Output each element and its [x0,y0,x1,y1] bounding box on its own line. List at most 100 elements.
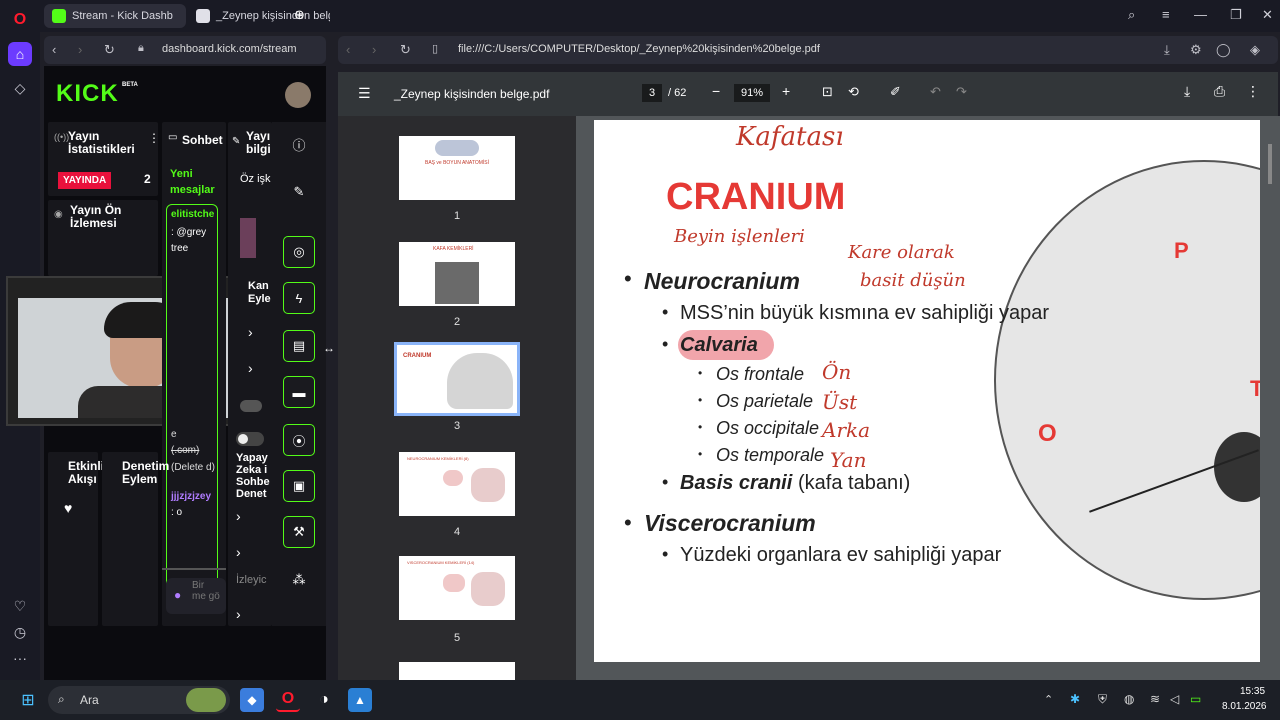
kick-logo[interactable]: KICK [56,80,119,108]
pdf-address-bar[interactable]: ‹ › ↻ ▯ file:///C:/Users/COMPUTER/Deskto… [338,36,1278,64]
clip-icon[interactable]: ▣ [283,470,315,502]
pin-icon[interactable]: ◇ [8,76,32,100]
thumbnail-page[interactable]: KAFA KEMİKLERİ [399,242,515,306]
zoom-in-icon[interactable]: + [782,83,790,99]
tray-chevron-icon[interactable]: ⌃ [1044,693,1053,706]
menu-icon[interactable]: ☰ [358,85,371,102]
microphone-icon[interactable]: ● [174,588,181,602]
reload-icon[interactable]: ↻ [104,42,115,58]
download-icon[interactable]: ⤓ [1164,42,1170,58]
restore-icon[interactable]: ❐ [1230,7,1242,23]
chevron-right-icon[interactable]: › [248,360,253,376]
chat-bubble-icon[interactable]: ▬ [283,376,315,408]
extensions-icon[interactable]: ◈ [1250,42,1260,58]
search-icon: ⌕ [58,692,65,706]
windows-start-icon[interactable]: ⊞ [16,688,40,712]
kick-address-bar[interactable]: ‹ › ↻ 🔒︎ dashboard.kick.com/stream [44,36,326,64]
volume-icon[interactable]: ◁ [1170,692,1179,706]
copilot-icon[interactable]: ◆ [240,688,264,712]
new-tab-icon[interactable]: ⊕ [294,7,305,23]
chat-input[interactable]: ● Bir me gö [166,578,226,614]
bullet-text: Os parietale [716,391,814,411]
more-icon[interactable]: ··· [8,646,32,670]
thumbnail-image[interactable] [240,218,256,258]
activity-feed-card: Etkinlik Akışı ♥ [48,452,111,626]
opera-icon[interactable]: O [276,688,300,712]
reload-icon[interactable]: ↻ [400,42,411,58]
clock-time[interactable]: 15:35 [1240,686,1265,697]
clock-date[interactable]: 8.01.2026 [1222,701,1267,712]
zoom-input[interactable]: 91% [734,84,770,102]
thumbnail-page[interactable] [399,662,515,680]
file-icon: ▯ [432,43,439,55]
tab-kick[interactable]: Stream - Kick Dashb [44,4,186,28]
deleted-line: e [171,429,177,440]
settings-icon[interactable]: ⚙ [1190,42,1202,58]
thumbnail-page[interactable]: BAŞ ve BOYUN ANATOMİSİ [399,136,515,200]
opera-logo-icon[interactable]: O [8,8,32,32]
more-options-icon[interactable]: ⋮ [1246,83,1260,100]
slide-title: CRANIUM [666,176,846,218]
battery-icon[interactable]: ▭ [1190,692,1201,706]
tab-pdf[interactable]: _Zeynep kişisinden belg [188,4,330,28]
bluetooth-icon[interactable]: ✱ [1070,692,1080,706]
annotate-icon[interactable]: ✐ [890,84,901,100]
info-icon[interactable]: ⓘ [283,128,315,160]
forward-icon[interactable]: › [372,42,376,57]
zoom-out-icon[interactable]: − [712,83,720,99]
home-icon[interactable]: ⌂ [8,42,32,66]
chat-username[interactable]: elitistche [171,209,214,220]
redo-icon[interactable]: ↷ [956,84,967,100]
thumbnail-page[interactable]: VISCEROCRANIUM KEMİKLERİ (14) [399,556,515,620]
close-icon[interactable]: ✕ [1262,7,1273,23]
chat-messages[interactable]: elitistche : @grey tree e (.com) (Delete… [166,204,218,590]
search-box[interactable]: ⌕ Ara [48,686,230,714]
forward-icon[interactable]: › [78,42,82,57]
back-icon[interactable]: ‹ [346,42,350,57]
tabs-menu-icon[interactable]: ≡ [1162,7,1170,22]
chat-username[interactable]: jjjzjzjzey [171,491,211,502]
camera-icon[interactable]: ◎ [283,236,315,268]
opera-gx-icon[interactable]: ◑ [312,688,336,712]
avatar[interactable] [285,82,311,108]
back-icon[interactable]: ‹ [52,42,56,57]
edit-icon[interactable]: ✎ [283,176,315,208]
address-text[interactable]: dashboard.kick.com/stream [162,43,297,55]
rotate-icon[interactable]: ⟲ [848,84,859,100]
scrollbar[interactable] [1268,144,1272,184]
print-icon[interactable]: ⎙ [1214,83,1225,100]
skull-image [994,160,1260,600]
toggle-switch[interactable] [240,400,262,412]
search-highlight-image [186,688,226,712]
undo-icon[interactable]: ↶ [930,84,941,100]
new-messages-label[interactable]: Yeni mesajlar [170,166,224,198]
chevron-right-icon[interactable]: › [236,544,241,560]
profile-icon[interactable]: ◯ [1216,42,1231,58]
photos-icon[interactable]: ▲ [348,688,372,712]
chevron-right-icon[interactable]: › [236,508,241,524]
bullet-viscerocranium: Viscerocranium [644,510,816,536]
notes-icon[interactable]: ▤ [283,330,315,362]
fit-page-icon[interactable]: ⊡ [822,84,833,100]
address-text[interactable]: file:///C:/Users/COMPUTER/Desktop/_Zeyne… [458,43,820,55]
toggle-switch[interactable] [236,432,264,446]
resize-handle-icon[interactable]: ↔ [323,341,335,355]
chevron-right-icon[interactable]: › [236,606,241,622]
microphone-icon[interactable]: ◍ [1124,692,1134,706]
chevron-right-icon[interactable]: › [248,324,253,340]
page-input[interactable]: 3 [642,84,662,102]
history-icon[interactable]: ◷ [8,620,32,644]
lightning-icon[interactable]: ϟ [283,282,315,314]
minimize-icon[interactable]: — [1194,7,1207,22]
broadcast-icon[interactable]: ⦿ [283,424,315,456]
heart-icon[interactable]: ♡ [8,594,32,618]
search-icon[interactable]: ⌕ [1128,7,1135,23]
menu-dots-icon[interactable]: ⋮ [148,131,160,145]
apps-icon[interactable]: ⁂ [283,564,315,596]
wrench-icon[interactable]: ⚒ [283,516,315,548]
wifi-icon[interactable]: ≋ [1150,692,1160,706]
security-icon[interactable]: ⛨ [1098,692,1107,707]
thumbnail-page-selected[interactable]: CRANIUM [394,342,520,416]
thumbnail-page[interactable]: NEUROCRANIUM KEMİKLERİ (8) [399,452,515,516]
download-icon[interactable]: ⤓ [1184,83,1190,100]
